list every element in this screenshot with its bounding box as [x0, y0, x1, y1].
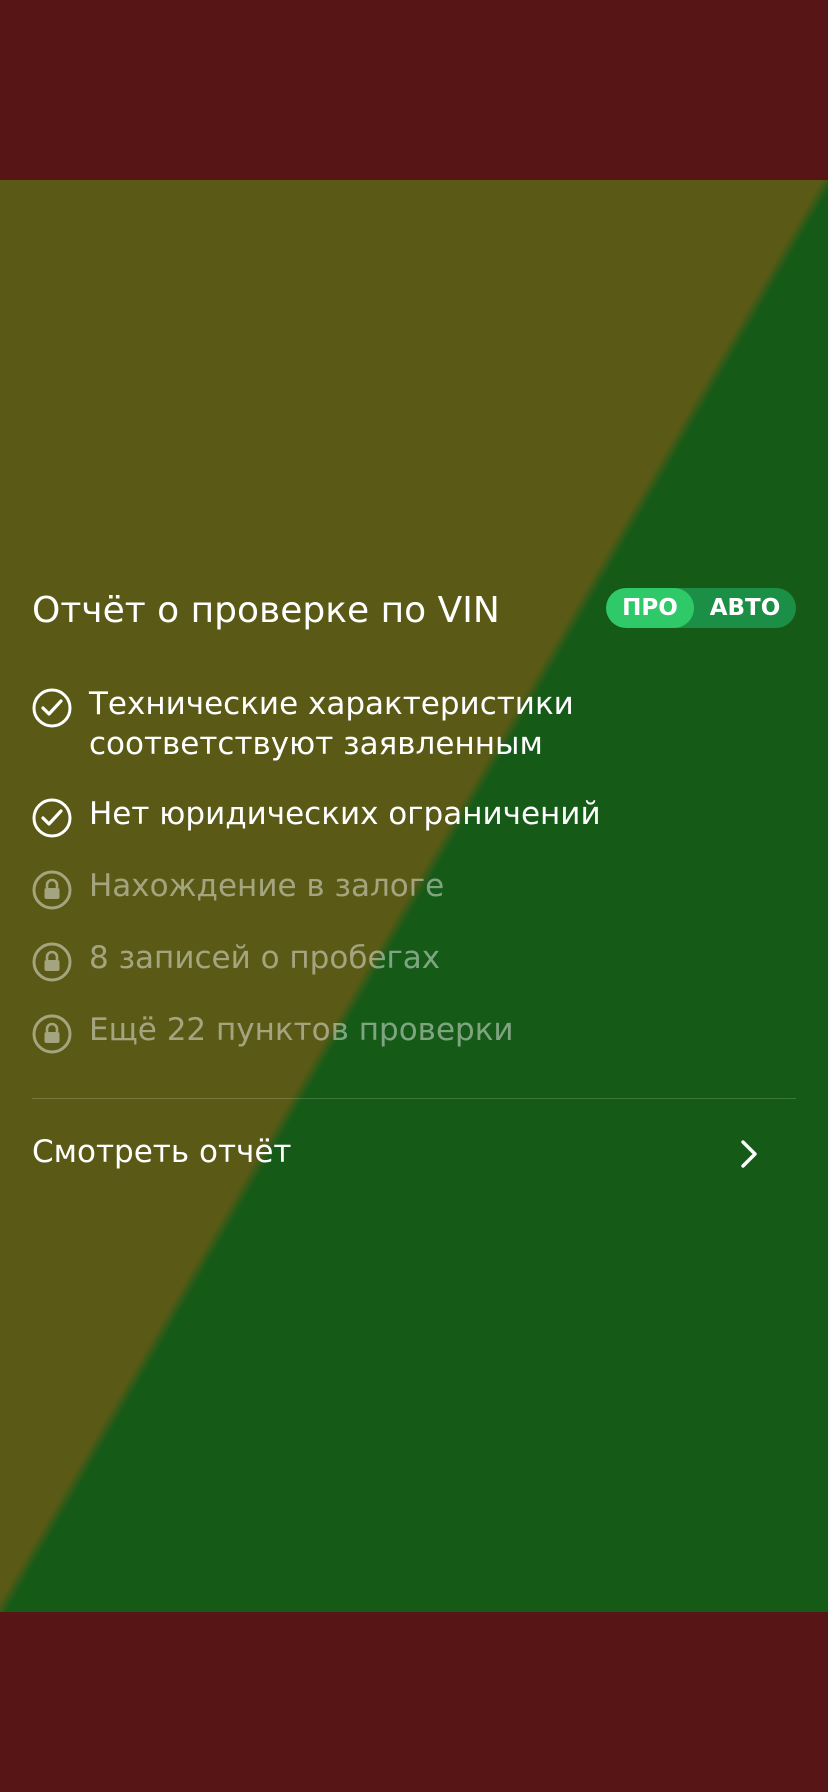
checklist-item-label: 8 записей о пробегах	[89, 940, 441, 976]
top-overlay-band	[0, 0, 828, 180]
checklist-item-label: Ещё 22 пунктов проверки	[89, 1012, 514, 1048]
divider	[32, 1098, 796, 1099]
check-circle-icon	[32, 688, 72, 728]
proauto-badge: ПРО АВТО	[606, 588, 796, 628]
checklist-item-label: Нахождение в залоге	[89, 868, 445, 904]
badge-right-label: АВТО	[709, 595, 781, 621]
checklist-item-label: Нет юридических ограничений	[89, 796, 601, 832]
view-report-label: Смотреть отчёт	[32, 1134, 292, 1170]
bottom-overlay-band	[0, 1612, 828, 1792]
chevron-right-icon	[741, 1140, 757, 1168]
report-title: Отчёт о проверке по VIN	[32, 590, 500, 631]
checklist-item-label: Технические характеристики соответствуют…	[89, 686, 574, 762]
lock-icon	[32, 942, 72, 982]
check-circle-icon	[32, 798, 72, 838]
badge-left-label: ПРО	[606, 588, 694, 628]
view-report-button[interactable]: Смотреть отчёт	[0, 1116, 828, 1190]
lock-icon	[32, 870, 72, 910]
lock-icon	[32, 1014, 72, 1054]
